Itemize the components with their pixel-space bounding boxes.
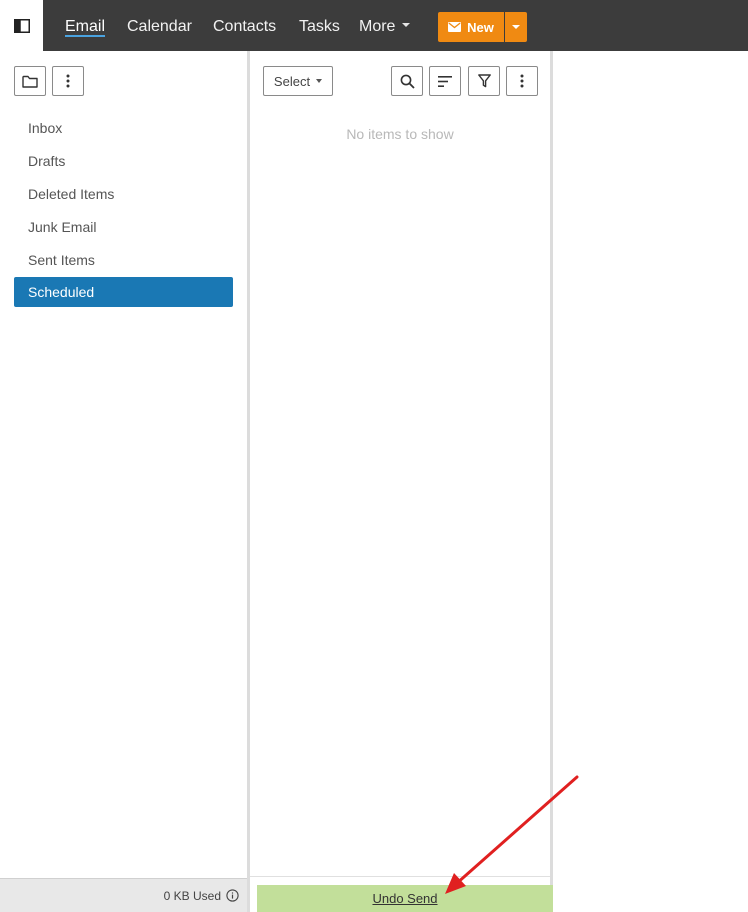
chevron-down-icon <box>402 22 411 27</box>
new-button-label: New <box>467 19 494 35</box>
folder-options-button[interactable] <box>52 66 84 96</box>
folder-label: Junk Email <box>28 219 97 235</box>
caret-down-icon <box>316 79 323 83</box>
undo-send-link[interactable]: Undo Send <box>372 891 437 906</box>
select-label: Select <box>273 73 311 89</box>
folder-label: Deleted Items <box>28 186 115 202</box>
search-button[interactable] <box>391 66 423 96</box>
nav-contacts-label: Contacts <box>213 18 277 35</box>
caret-down-icon <box>512 25 520 29</box>
folder-label: Scheduled <box>28 284 95 300</box>
search-icon <box>400 74 415 89</box>
nav-tasks[interactable]: Tasks <box>299 0 340 51</box>
nav-more[interactable]: More <box>359 0 411 51</box>
message-list-pane: Select No items to show <box>250 51 550 886</box>
nav-contacts[interactable]: Contacts <box>213 0 276 51</box>
folder-sent-items[interactable]: Sent Items <box>14 245 233 275</box>
new-folder-button[interactable] <box>14 66 46 96</box>
nav-calendar-label: Calendar <box>127 18 192 35</box>
empty-list-message: No items to show <box>346 126 454 142</box>
folder-label: Drafts <box>28 153 66 169</box>
panel-toggle-icon <box>13 18 30 33</box>
filter-icon <box>477 74 491 88</box>
folder-deleted-items[interactable]: Deleted Items <box>14 179 233 209</box>
new-options-dropdown[interactable] <box>505 12 527 42</box>
filter-button[interactable] <box>468 66 500 96</box>
undo-send-bar: Undo Send <box>257 885 553 912</box>
nav-email-label: Email <box>65 18 106 35</box>
mail-app: Email Calendar Contacts Tasks More New I… <box>0 0 748 912</box>
sort-icon <box>438 75 452 87</box>
list-divider <box>250 876 550 877</box>
info-icon[interactable] <box>226 889 239 902</box>
folder-label: Inbox <box>28 120 63 136</box>
active-tab-underline <box>65 35 106 37</box>
storage-usage-bar: 0 KB Used <box>0 878 247 912</box>
top-navigation-bar: Email Calendar Contacts Tasks More New <box>0 0 748 51</box>
folder-scheduled[interactable]: Scheduled <box>14 277 233 307</box>
sort-button[interactable] <box>429 66 461 96</box>
folder-label: Sent Items <box>28 252 95 268</box>
list-options-button[interactable] <box>506 66 538 96</box>
folder-inbox[interactable]: Inbox <box>14 113 233 143</box>
more-vertical-icon <box>520 74 524 88</box>
envelope-icon <box>448 22 462 32</box>
folder-icon <box>22 75 38 88</box>
sidebar-toggle-button[interactable] <box>0 0 43 51</box>
new-message-button[interactable]: New <box>438 12 504 42</box>
reading-pane <box>553 51 748 912</box>
folder-pane: Inbox Drafts Deleted Items Junk Email Se… <box>0 51 247 912</box>
folder-junk-email[interactable]: Junk Email <box>14 212 233 242</box>
nav-email[interactable]: Email <box>65 0 106 51</box>
more-vertical-icon <box>66 74 70 88</box>
select-dropdown[interactable]: Select <box>263 66 333 96</box>
nav-calendar[interactable]: Calendar <box>127 0 192 51</box>
nav-tasks-label: Tasks <box>299 18 340 35</box>
folder-drafts[interactable]: Drafts <box>14 146 233 176</box>
storage-usage-text: 0 KB Used <box>163 889 221 903</box>
nav-more-label: More <box>359 18 396 35</box>
